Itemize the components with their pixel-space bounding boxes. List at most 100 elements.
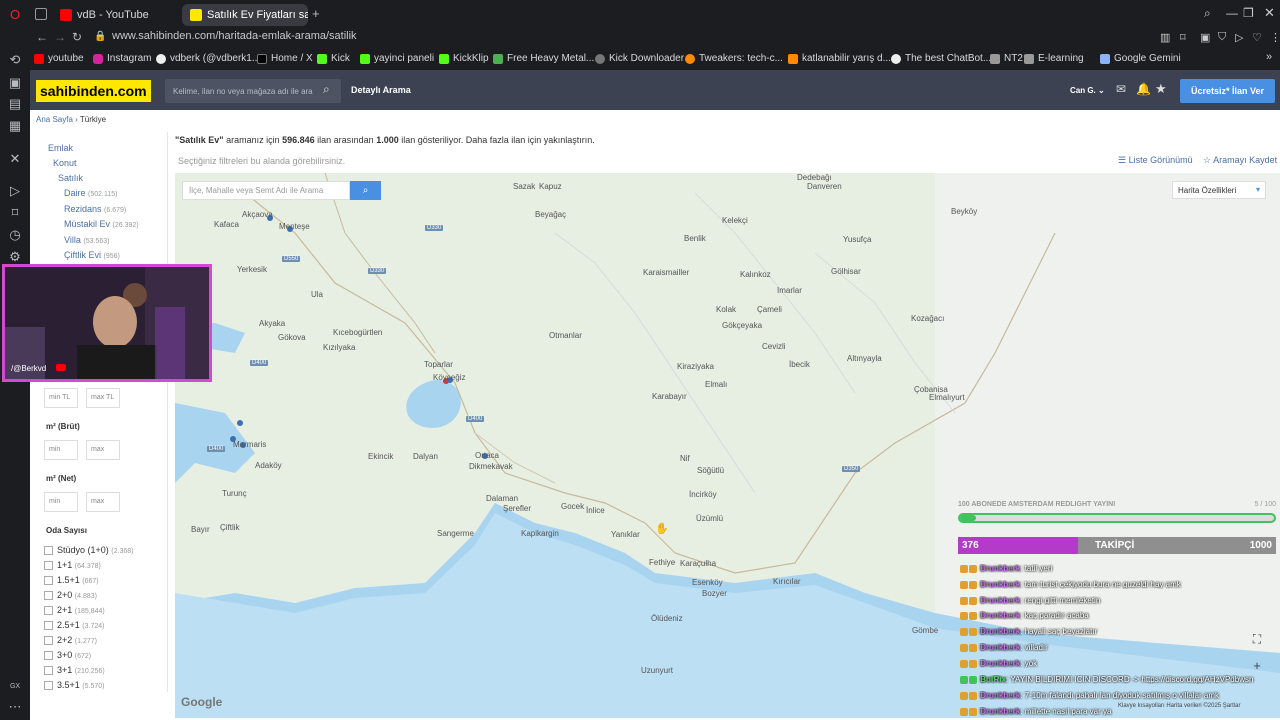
bookmark-item[interactable]: Free Heavy Metal... (493, 53, 594, 64)
close-window-icon[interactable]: ✕ (1264, 5, 1275, 21)
room-checkbox[interactable] (44, 546, 53, 555)
forward-icon[interactable]: → (54, 30, 66, 44)
gx-icon[interactable]: GX (6, 678, 24, 696)
bookmark-item[interactable]: Home / X (257, 53, 313, 64)
star-icon[interactable]: ★ (1155, 81, 1167, 97)
bookmark-item[interactable]: E-learning (1024, 53, 1084, 64)
mail-icon[interactable]: ✉ (1116, 82, 1126, 96)
clock-icon[interactable]: ◷ (6, 226, 24, 244)
breadcrumb-home[interactable]: Ana Sayfa (36, 115, 73, 124)
bookmark-item[interactable]: youtube (34, 53, 84, 64)
bookmark-label: Tweakers: tech-c... (699, 53, 783, 64)
bookmark-item[interactable]: Instagram (93, 53, 151, 64)
m2-net-min-input[interactable]: min (44, 492, 78, 512)
room-checkbox[interactable] (44, 606, 53, 615)
category-emlak[interactable]: Emlak (48, 143, 73, 153)
screenshot-icon[interactable]: ▣ (1200, 31, 1210, 44)
fullscreen-icon[interactable]: ⛶ (1248, 630, 1266, 648)
room-checkbox[interactable] (44, 576, 53, 585)
bookmark-item[interactable]: Google Gemini (1100, 53, 1181, 64)
save-search-link[interactable]: ☆ Aramayı Kaydet (1203, 155, 1277, 166)
play-icon[interactable]: ▷ (1235, 31, 1243, 44)
heart-icon[interactable]: ♡ (1252, 31, 1262, 44)
chat-user: BotRix (980, 675, 1007, 684)
place-label: Otmanlar (549, 331, 582, 340)
map-search-input[interactable]: İlçe, Mahalle veya Semt Adı ile Arama (182, 181, 350, 200)
url-field[interactable]: www.sahibinden.com/haritada-emlak-arama/… (112, 30, 357, 42)
search-tabs-icon[interactable]: ⌕ (1204, 6, 1211, 21)
tab-youtube[interactable]: vdB - YouTube (52, 4, 176, 26)
detailed-search-link[interactable]: Detaylı Arama (351, 85, 411, 95)
map-search-button[interactable]: ⌕ (350, 181, 381, 200)
search-icon[interactable]: ⌕ (323, 82, 330, 97)
type-item[interactable]: Daire (502.115) (64, 188, 117, 198)
type-item[interactable]: Müstakil Ev (26.392) (64, 219, 139, 229)
menu-icon[interactable]: ⋮ (1270, 31, 1280, 44)
user-menu[interactable]: Can G. ⌄ (1070, 86, 1105, 95)
place-label: Akçaova (242, 210, 273, 219)
map-attribution: Klavye kısayolları Harita verileri ©2025… (1118, 703, 1241, 709)
back-icon[interactable]: ← (36, 30, 48, 44)
messenger-icon[interactable]: ▦ (6, 117, 24, 135)
bookmark-item[interactable]: yayinci paneli (360, 53, 434, 64)
tab-menu-icon[interactable] (35, 8, 47, 20)
more-icon[interactable]: ⋯ (6, 698, 24, 716)
new-tab-button[interactable]: + (312, 6, 320, 21)
bookmark-item[interactable]: vdberk (@vdberk1... (156, 53, 260, 64)
room-checkbox[interactable] (44, 681, 53, 690)
price-min-input[interactable]: min TL (44, 388, 78, 408)
bookmark-item[interactable]: katlanabilir yarış d... (788, 53, 891, 64)
room-name: Stüdyo (1+0) (57, 545, 109, 555)
bookmark-item[interactable]: Kick (317, 53, 350, 64)
zoom-in-button[interactable]: + (1248, 657, 1266, 675)
map-features-dropdown[interactable]: Harita Özellikleri ▾ (1172, 181, 1266, 199)
reload-icon[interactable]: ↻ (72, 30, 82, 44)
filter-hint: Seçtiğiniz filtreleri bu alanda görebili… (178, 156, 346, 166)
more-bookmarks-icon[interactable]: » (1266, 51, 1272, 63)
room-checkbox[interactable] (44, 561, 53, 570)
minimize-icon[interactable]: — (1226, 6, 1238, 20)
player-icon[interactable]: ▷ (6, 182, 24, 200)
room-checkbox[interactable] (44, 666, 53, 675)
workspace-icon[interactable]: ▣ (6, 74, 24, 92)
m2-brut-max-input[interactable]: max (86, 440, 120, 460)
room-checkbox[interactable] (44, 651, 53, 660)
sidebar-toggle-icon[interactable]: ▥ (1160, 31, 1170, 44)
bell-icon[interactable]: 🔔 (1136, 82, 1151, 96)
gallery-icon[interactable]: ▤ (6, 95, 24, 113)
m2-brut-min-input[interactable]: min (44, 440, 78, 460)
shield-icon[interactable]: ⛉ (1218, 31, 1226, 44)
category-konut[interactable]: Konut (53, 158, 77, 168)
site-search-input[interactable]: Kelime, ilan no veya mağaza adı ile ara (165, 79, 341, 103)
room-checkbox[interactable] (44, 591, 53, 600)
bookmark-item[interactable]: The best ChatBot... (891, 53, 991, 64)
type-item[interactable]: Villa (53.563) (64, 235, 109, 245)
tab-sahibinden[interactable]: Satılık Ev Fiyatları sahibind (182, 4, 308, 26)
list-view-link[interactable]: ☰ Liste Görünümü (1118, 155, 1193, 166)
x-icon[interactable]: ✕ (6, 150, 24, 168)
room-checkbox[interactable] (44, 621, 53, 630)
place-label: Elmalı (705, 380, 728, 389)
bookmark-item[interactable]: KickKlip (439, 53, 489, 64)
m2-net-max-input[interactable]: max (86, 492, 120, 512)
bookmark-item[interactable]: NT2 (990, 53, 1023, 64)
category-satilik[interactable]: Satılık (58, 173, 83, 183)
site-logo[interactable]: sahibinden.com (36, 80, 151, 102)
post-ad-button[interactable]: Ücretsiz* İlan Ver (1180, 79, 1275, 103)
pin-icon[interactable]: ⌑ (1180, 31, 1186, 44)
bookmark-item[interactable]: Kick Downloader (595, 53, 684, 64)
type-item[interactable]: Çiftlik Evi (956) (64, 250, 120, 260)
opera-logo-icon[interactable]: O (6, 6, 24, 24)
room-checkbox[interactable] (44, 636, 53, 645)
place-label: Marmaris (233, 440, 267, 449)
subscriber-goal: 100 ABONEDE AMSTERDAM REDLIGHT YAYINI 5 … (958, 501, 1276, 525)
place-label: Kızılyaka (323, 343, 356, 352)
type-label: Müstakil Ev (64, 219, 111, 229)
room-label: 2+0 (4.883) (57, 590, 97, 600)
price-max-input[interactable]: max TL (86, 388, 120, 408)
maximize-icon[interactable]: ❐ (1243, 6, 1254, 20)
history-icon[interactable]: ⟲ (6, 51, 24, 69)
bookmark-icon[interactable]: ⌑ (6, 204, 24, 222)
type-item[interactable]: Rezidans (6.679) (64, 204, 126, 214)
bookmark-item[interactable]: Tweakers: tech-c... (685, 53, 783, 64)
